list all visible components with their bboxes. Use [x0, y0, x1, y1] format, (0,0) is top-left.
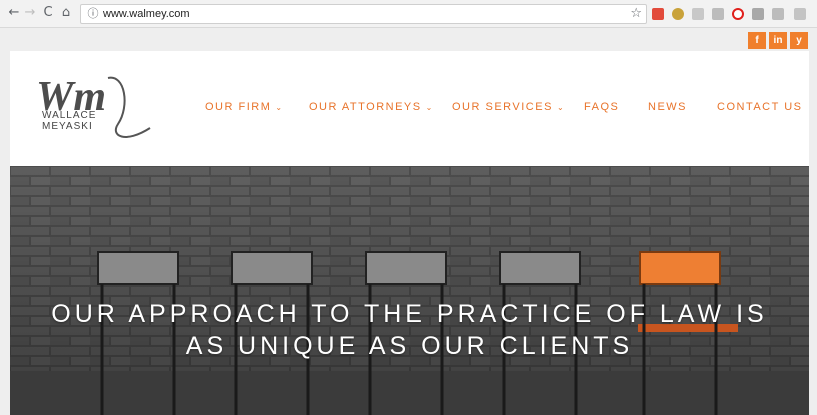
home-icon[interactable]: ⌂: [58, 5, 74, 21]
back-icon[interactable]: ←: [6, 5, 22, 21]
extension-icon[interactable]: [712, 8, 724, 20]
nav-our-firm[interactable]: OUR FIRM ⌄: [205, 101, 284, 113]
site-header: Wm WALLACE MEYASKI OUR FIRM ⌄ OUR ATTORNE…: [10, 51, 809, 166]
hero-headline-line1: OUR APPROACH TO THE PRACTICE OF LAW IS: [51, 300, 768, 328]
nav-contact-us[interactable]: CONTACT US: [717, 101, 803, 113]
chevron-down-icon: ⌄: [275, 103, 284, 112]
chevron-down-icon: ⌄: [556, 103, 566, 112]
hero-headline-line2: AS UNIQUE AS OUR CLIENTS: [185, 332, 634, 360]
extension-icon[interactable]: [794, 8, 806, 20]
extension-icon[interactable]: [672, 8, 684, 20]
browser-toolbar: ← → C ⌂ ⓘ www.walmey.com ☆: [0, 0, 817, 28]
hero-banner: OUR APPROACH TO THE PRACTICE OF LAW IS A…: [10, 166, 809, 415]
logo-mark: Wm: [36, 74, 151, 138]
opera-icon[interactable]: [732, 8, 744, 20]
extension-icon[interactable]: [752, 8, 764, 20]
address-bar[interactable]: ⓘ www.walmey.com ☆: [80, 4, 647, 24]
extension-icon[interactable]: [692, 8, 704, 20]
nav-faqs[interactable]: FAQS: [584, 101, 619, 113]
nav-our-attorneys-label: OUR ATTORNEYS: [309, 101, 422, 113]
logo-text-line1: WALLACE: [42, 110, 97, 121]
extension-icon[interactable]: [652, 8, 664, 20]
url-text[interactable]: www.walmey.com: [103, 8, 190, 20]
nav-our-services[interactable]: OUR SERVICES ⌄: [452, 101, 565, 113]
nav-our-services-label: OUR SERVICES: [452, 101, 553, 113]
info-icon[interactable]: ⓘ: [86, 7, 100, 21]
logo-text-line2: MEYASKI: [42, 121, 93, 132]
hero-background-image: [10, 166, 809, 415]
linkedin-icon[interactable]: in: [769, 32, 787, 49]
forward-icon[interactable]: →: [22, 5, 38, 21]
nav-news[interactable]: NEWS: [648, 101, 687, 113]
nav-our-attorneys[interactable]: OUR ATTORNEYS ⌄: [309, 101, 434, 113]
reload-icon[interactable]: C: [40, 5, 56, 21]
chevron-down-icon: ⌄: [425, 103, 434, 112]
twitter-icon[interactable]: y: [790, 32, 808, 49]
nav-our-firm-label: OUR FIRM: [205, 101, 272, 113]
site-logo[interactable]: Wm WALLACE MEYASKI: [30, 66, 160, 146]
bookmark-star-icon[interactable]: ☆: [630, 6, 642, 21]
extension-icon[interactable]: [772, 8, 784, 20]
facebook-icon[interactable]: f: [748, 32, 766, 49]
